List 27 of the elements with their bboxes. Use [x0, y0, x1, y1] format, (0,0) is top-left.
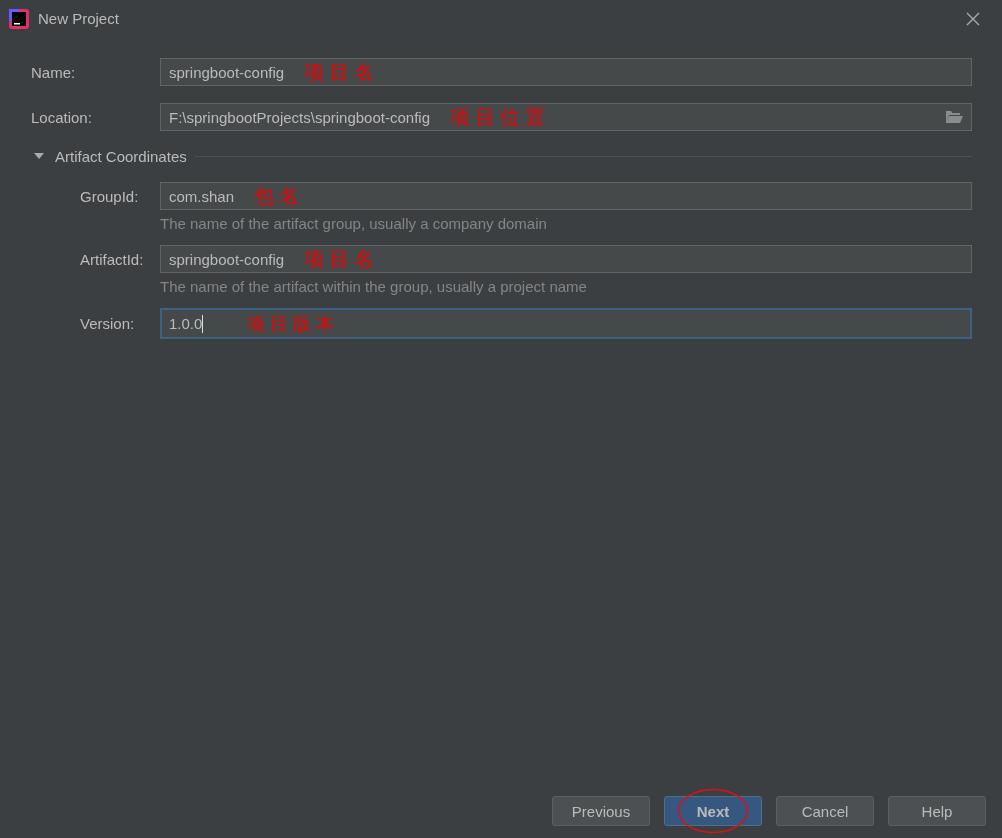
- annotation-text: 项目位置: [450, 104, 550, 130]
- dialog-button[interactable]: Cancel: [776, 796, 874, 826]
- hint-text: The name of the artifact within the group, usually a project name: [160, 278, 587, 295]
- field-label: Version:: [80, 315, 136, 332]
- section-title: Artifact Coordinates: [55, 148, 187, 165]
- hint-text: The name of the artifact group, usually a company domain: [160, 215, 547, 232]
- field-label: ArtifactId:: [80, 250, 145, 268]
- window-title: New Project: [38, 10, 120, 27]
- annotation-text: 包名: [254, 183, 305, 209]
- dialog-button[interactable]: Previous: [552, 796, 650, 826]
- annotation-text: 项目名: [304, 59, 380, 85]
- text-field[interactable]: springboot-config 项目名: [160, 245, 972, 273]
- dialog-button[interactable]: Next: [664, 796, 762, 826]
- field-label: Location:: [31, 108, 93, 126]
- text-field[interactable]: 1.0.0 项目版本: [160, 308, 972, 339]
- field-label: Name:: [31, 63, 77, 81]
- annotation-text: 项目名: [304, 246, 380, 272]
- text-field[interactable]: F:\springbootProjects\springboot-config 项目位置: [160, 103, 972, 131]
- app-logo-icon: [9, 8, 29, 29]
- field-label: GroupId:: [80, 187, 140, 205]
- folder-icon[interactable]: [945, 110, 963, 124]
- annotation-text: 项目版本: [247, 312, 340, 336]
- text-field[interactable]: springboot-config 项目名: [160, 58, 972, 86]
- expand-triangle-icon[interactable]: [34, 152, 44, 161]
- dialog-button[interactable]: Help: [888, 796, 986, 826]
- text-field[interactable]: com.shan 包名: [160, 182, 972, 210]
- close-icon[interactable]: [966, 11, 980, 26]
